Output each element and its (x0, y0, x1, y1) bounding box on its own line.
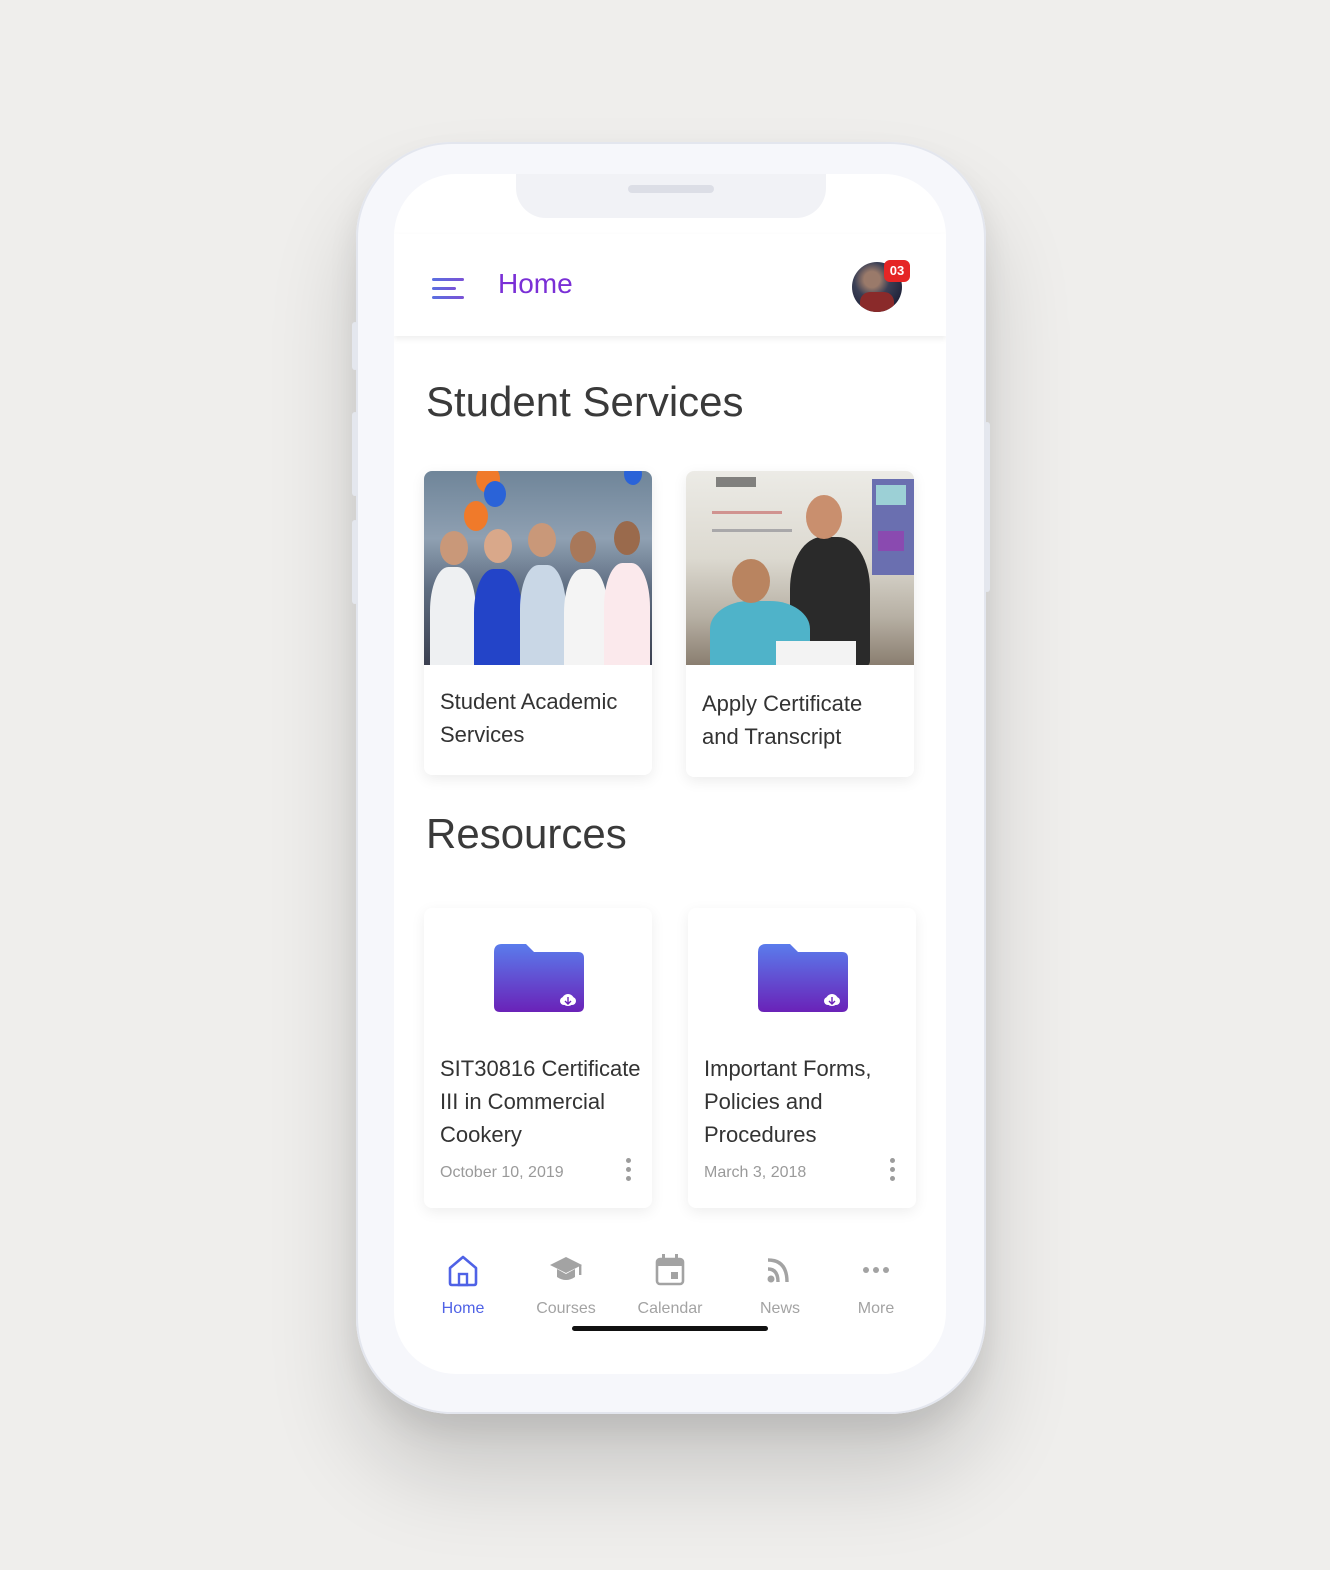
side-button-power (984, 422, 990, 592)
tab-more[interactable]: More (831, 1252, 921, 1318)
tab-label: Home (441, 1300, 485, 1317)
notification-badge: 03 (884, 260, 910, 282)
resource-card-cookery[interactable]: SIT30816 Certificate III in Commercial C… (424, 908, 652, 1208)
tab-courses[interactable]: Courses (521, 1252, 611, 1318)
tab-news[interactable]: News (735, 1252, 825, 1318)
resource-date: March 3, 2018 (704, 1164, 807, 1181)
notch (516, 174, 826, 218)
section-title-resources: Resources (426, 810, 627, 857)
folder-icon (758, 944, 848, 1012)
tab-calendar[interactable]: Calendar (625, 1252, 715, 1318)
side-button-volume-down (352, 520, 358, 604)
more-dots-icon (863, 1267, 889, 1273)
more-options-icon[interactable] (622, 1158, 634, 1186)
resource-date: October 10, 2019 (440, 1164, 564, 1181)
home-icon (448, 1255, 478, 1287)
resource-card-forms-policies[interactable]: Important Forms, Policies and Procedures… (688, 908, 916, 1208)
page-title: Home (498, 268, 573, 299)
service-card-apply-certificate[interactable]: Apply Certificate and Transcript (686, 471, 914, 777)
resource-title: Important Forms, Policies and Procedures (704, 1056, 872, 1147)
service-card-label: Student Academic Services (440, 689, 618, 747)
tab-label: Calendar (637, 1300, 703, 1317)
tab-label: Courses (536, 1300, 596, 1317)
service-card-label: Apply Certificate and Transcript (702, 691, 863, 749)
more-options-icon[interactable] (886, 1158, 898, 1186)
tab-label: News (759, 1300, 800, 1317)
service-card-student-academic[interactable]: Student Academic Services (424, 471, 652, 775)
tab-label: More (857, 1300, 895, 1317)
resource-title: SIT30816 Certificate III in Commercial C… (440, 1056, 641, 1147)
rss-icon (767, 1258, 789, 1283)
app-screen: Home 03 Student Services Student Academi… (394, 174, 946, 1374)
calendar-icon (655, 1254, 685, 1286)
speaker (628, 185, 714, 193)
side-button-volume-up (352, 412, 358, 496)
graduation-cap-icon (550, 1257, 582, 1280)
hamburger-menu-icon[interactable] (432, 274, 468, 302)
whiteboard-tutoring-photo (686, 471, 914, 665)
section-title-student-services: Student Services (426, 378, 744, 425)
bottom-tab-bar: Home Courses Calendar News More (394, 1252, 946, 1352)
student-group-photo (424, 471, 652, 665)
phone-frame: Home 03 Student Services Student Academi… (352, 142, 990, 1414)
home-indicator[interactable] (572, 1326, 768, 1331)
tab-home[interactable]: Home (418, 1252, 508, 1318)
side-button-mute (352, 322, 358, 370)
app-bar: Home 03 (394, 234, 946, 336)
folder-icon (494, 944, 584, 1012)
